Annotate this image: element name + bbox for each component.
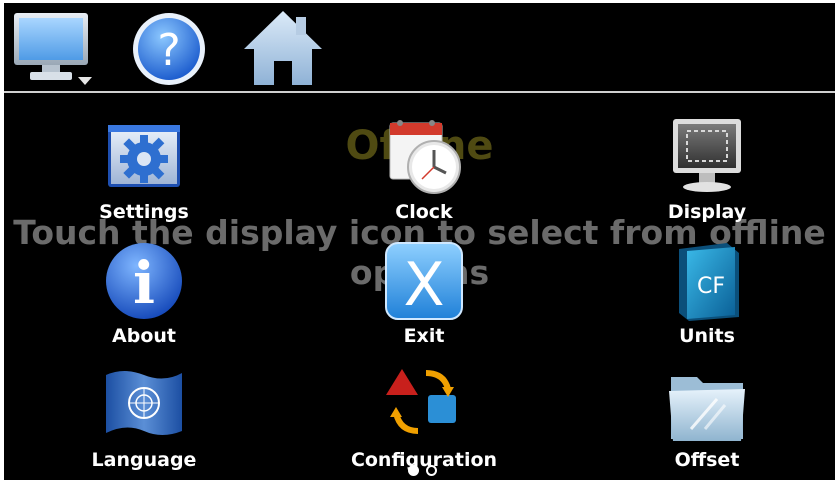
home-icon[interactable] <box>242 9 324 87</box>
exit-glyph: X <box>403 250 444 320</box>
menu-item-units[interactable]: CF Units <box>607 241 807 359</box>
units-glyph: CF <box>697 274 725 299</box>
menu-item-label: Units <box>679 325 735 347</box>
menu-item-settings[interactable]: Settings <box>44 117 244 235</box>
display-icon <box>665 117 749 199</box>
menu-item-language[interactable]: Language <box>44 365 244 480</box>
toolbar-divider <box>4 91 835 93</box>
menu-item-label: Offset <box>674 449 740 471</box>
menu-item-label: About <box>112 325 176 347</box>
units-icon: CF <box>665 241 749 323</box>
menu-item-about[interactable]: i About <box>44 241 244 359</box>
top-toolbar: ? <box>4 3 835 91</box>
menu-item-exit[interactable]: X Exit <box>324 241 524 359</box>
clock-icon <box>382 117 466 199</box>
menu-item-clock[interactable]: Clock <box>324 117 524 235</box>
screen: ? Offline Touch the display icon to sele… <box>4 3 835 480</box>
menu-item-label: Settings <box>99 201 189 223</box>
language-flag-icon <box>102 365 186 447</box>
help-icon[interactable]: ? <box>128 9 210 87</box>
page-dot-inactive[interactable] <box>426 465 437 476</box>
menu-item-display[interactable]: Display <box>607 117 807 235</box>
page-indicator <box>406 463 446 479</box>
settings-icon <box>102 117 186 199</box>
menu-item-offset[interactable]: Offset <box>607 365 807 480</box>
configuration-icon <box>382 365 466 447</box>
offset-folder-icon <box>665 365 749 447</box>
menu-item-label: Display <box>667 201 747 223</box>
about-icon: i <box>102 241 186 323</box>
page-dot-active[interactable] <box>408 465 419 476</box>
menu-item-label: Exit <box>403 325 445 347</box>
help-glyph: ? <box>157 25 180 76</box>
exit-icon: X <box>382 241 466 323</box>
about-glyph: i <box>133 249 155 317</box>
menu-item-label: Clock <box>395 201 453 223</box>
menu-item-label: Language <box>91 449 197 471</box>
monitor-icon[interactable] <box>12 9 94 87</box>
